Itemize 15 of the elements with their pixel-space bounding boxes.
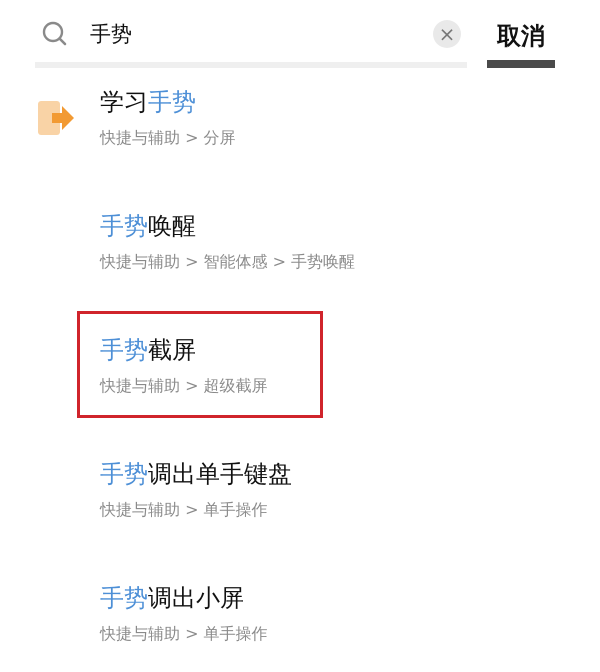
result-path: 快捷与辅助 > 分屏 [100,128,236,149]
result-title[interactable]: 手势唤醒 [100,210,356,242]
result-path: 快捷与辅助 > 单手操作 [100,624,268,645]
result-title[interactable]: 手势调出单手键盘 [100,458,292,490]
result-path: 快捷与辅助 > 超级截屏 [100,376,268,397]
result-path: 快捷与辅助 > 单手操作 [100,500,269,521]
result-title[interactable]: 手势调出小屏 [100,582,268,614]
tab-indicator [487,60,555,68]
result-path: 快捷与辅助 > 智能体感 > 手势唤醒 [100,252,356,273]
search-icon [42,21,68,47]
search-field[interactable]: 手势 [90,22,433,46]
clear-button[interactable]: × [433,20,461,48]
result-title[interactable]: 学习手势 [100,86,236,118]
result-title[interactable]: 手势截屏 [100,334,268,366]
cancel-button[interactable]: 取消 [497,20,545,52]
